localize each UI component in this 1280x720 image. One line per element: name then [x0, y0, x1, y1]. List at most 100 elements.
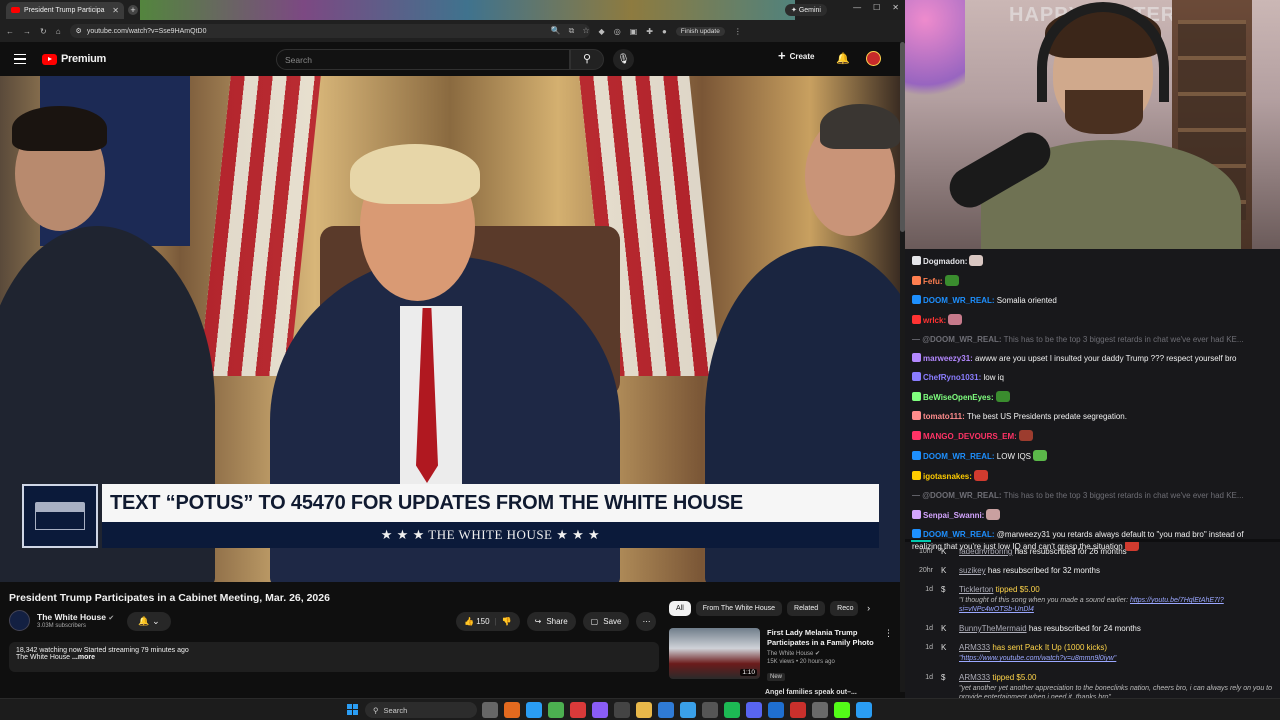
puzzle-icon[interactable]: ✚ [646, 27, 653, 36]
spotify-icon[interactable] [724, 702, 740, 718]
recommendation-title[interactable]: First Lady Melania Trump Participates in… [767, 628, 877, 648]
description-more-link[interactable]: ...more [72, 654, 95, 661]
chat-username[interactable]: — @DOOM_WR_REAL: [912, 335, 1002, 344]
browser-tab-active[interactable]: President Trump Participa ✕ [6, 1, 124, 19]
like-button[interactable]: 👍 150 [464, 617, 490, 626]
save-button[interactable]: ▢ Save [582, 612, 630, 631]
event-user[interactable]: ARM333 [959, 673, 990, 682]
chip-recent[interactable]: Reco [830, 601, 859, 616]
chat-username[interactable]: wrlck: [923, 316, 946, 325]
notifications-bell-icon[interactable]: 🔔 [836, 52, 850, 65]
gemini-button[interactable]: ✦ Gemini [785, 4, 827, 16]
app-icon[interactable] [856, 702, 872, 718]
minimize-icon[interactable]: — [853, 3, 861, 12]
chat-username[interactable]: tomato111: [923, 412, 965, 421]
chat-username[interactable]: DOOM_WR_REAL: [923, 452, 995, 461]
description-box[interactable]: 18,342 watching now Started streaming 79… [9, 642, 659, 672]
youtube-logo[interactable]: Premium [42, 53, 106, 65]
share-icon: ↪ [534, 617, 542, 626]
channel-name[interactable]: The White House [37, 612, 106, 622]
dislike-button[interactable]: 👎 [502, 617, 512, 626]
task-view-icon[interactable] [482, 702, 498, 718]
start-button[interactable] [347, 704, 358, 715]
app-icon[interactable] [680, 702, 696, 718]
extension-icon[interactable]: ◆ [599, 27, 605, 36]
app-icon[interactable] [658, 702, 674, 718]
subscription-bell-button[interactable]: 🔔 ⌄ [127, 612, 171, 631]
app-icon[interactable] [702, 702, 718, 718]
next-recommendation-title[interactable]: Angel families speak out–... [765, 689, 857, 696]
close-window-icon[interactable]: ✕ [892, 3, 899, 12]
zoom-icon[interactable]: 🔍 [551, 26, 561, 36]
chip-related[interactable]: Related [787, 601, 826, 616]
install-icon[interactable]: ⧉ [569, 26, 575, 36]
event-user[interactable]: ARM333 [959, 643, 990, 652]
extension-icon[interactable]: ◎ [614, 27, 621, 36]
kick-icon[interactable] [834, 702, 850, 718]
close-tab-icon[interactable]: ✕ [112, 6, 119, 15]
chevron-right-icon[interactable]: › [867, 601, 870, 616]
chip-from-channel[interactable]: From The White House [695, 601, 783, 616]
chat-username[interactable]: DOOM_WR_REAL: [923, 530, 995, 539]
app-icon[interactable] [592, 702, 608, 718]
create-button[interactable]: + Create [778, 49, 815, 62]
event-user[interactable]: suzikey [959, 566, 986, 575]
event-text: suzikey has resubscribed for 32 months [959, 566, 1274, 575]
new-tab-button[interactable]: + [128, 5, 138, 15]
app-icon[interactable] [570, 702, 586, 718]
reload-icon[interactable]: ↻ [40, 27, 47, 36]
user-avatar[interactable] [866, 51, 881, 66]
app-icon[interactable] [526, 702, 542, 718]
chat-username[interactable]: Dogmadon: [923, 257, 967, 266]
event-user[interactable]: fadednvrboring [959, 547, 1012, 556]
chrome-icon[interactable] [548, 702, 564, 718]
search-input[interactable]: Search [276, 49, 570, 70]
recommendation-item[interactable]: 1:10 First Lady Melania Trump Participat… [669, 628, 893, 683]
finish-update-button[interactable]: Finish update [675, 26, 725, 36]
back-icon[interactable]: ← [6, 27, 14, 36]
search-button[interactable]: ⚲ [570, 49, 604, 70]
event-link[interactable]: "https://www.youtube.com/watch?v=u8mmn9l… [959, 655, 1116, 662]
folder-icon[interactable] [636, 702, 652, 718]
recommendation-thumbnail[interactable]: 1:10 [669, 628, 760, 679]
windows-taskbar: ⚲ Search [0, 698, 1280, 720]
chat-username[interactable]: igotasnakes: [923, 472, 972, 481]
channel-info[interactable]: The White House ✔ 3.03M subscribers [9, 610, 114, 631]
recommendation-menu-icon[interactable]: ⋮ [884, 628, 893, 683]
event-user[interactable]: BunnyTheMermaid [959, 624, 1027, 633]
chat-username[interactable]: MANGO_DEVOURS_EM: [923, 432, 1017, 441]
person-center-hair [350, 144, 480, 204]
app-icon[interactable] [768, 702, 784, 718]
address-bar[interactable]: ⚙ youtube.com/watch?v=Sse9HAmQtD0 🔍 ⧉ ☆ [69, 24, 590, 38]
chat-username[interactable]: Fefu: [923, 277, 943, 286]
share-button[interactable]: ↪ Share [526, 612, 576, 631]
menu-dots-icon[interactable]: ⋮ [734, 27, 742, 36]
chip-all[interactable]: All [669, 601, 691, 616]
chat-username[interactable]: Senpai_Swanni: [923, 511, 984, 520]
chat-username[interactable]: BeWiseOpenEyes: [923, 393, 994, 402]
chat-username[interactable]: marweezy31: [923, 354, 973, 363]
chat-username[interactable]: — @DOOM_WR_REAL: [912, 491, 1002, 500]
channel-avatar[interactable] [9, 610, 30, 631]
guide-menu-icon[interactable] [14, 53, 26, 65]
chat-text: LOW IQS [994, 452, 1032, 461]
app-icon[interactable] [790, 702, 806, 718]
video-player[interactable]: TEXT “POTUS” TO 45470 FOR UPDATES FROM T… [0, 76, 900, 582]
maximize-icon[interactable]: ☐ [873, 3, 880, 12]
home-icon[interactable]: ⌂ [56, 27, 61, 36]
terminal-icon[interactable] [614, 702, 630, 718]
extension-icon[interactable]: ▣ [630, 27, 638, 36]
app-icon[interactable] [504, 702, 520, 718]
forward-icon[interactable]: → [23, 27, 31, 36]
app-icon[interactable] [812, 702, 828, 718]
taskbar-search[interactable]: ⚲ Search [365, 702, 477, 718]
chat-username[interactable]: ChefRyno1031: [923, 373, 981, 382]
more-actions-button[interactable]: ⋯ [636, 612, 657, 631]
discord-icon[interactable] [746, 702, 762, 718]
profile-icon[interactable]: ● [662, 27, 667, 36]
event-user[interactable]: Ticklerton [959, 585, 993, 594]
voice-search-button[interactable]: 🎙 [613, 49, 634, 70]
site-info-icon[interactable]: ⚙ [76, 27, 82, 35]
chat-username[interactable]: DOOM_WR_REAL: [923, 296, 995, 305]
bookmark-star-icon[interactable]: ☆ [582, 26, 589, 36]
